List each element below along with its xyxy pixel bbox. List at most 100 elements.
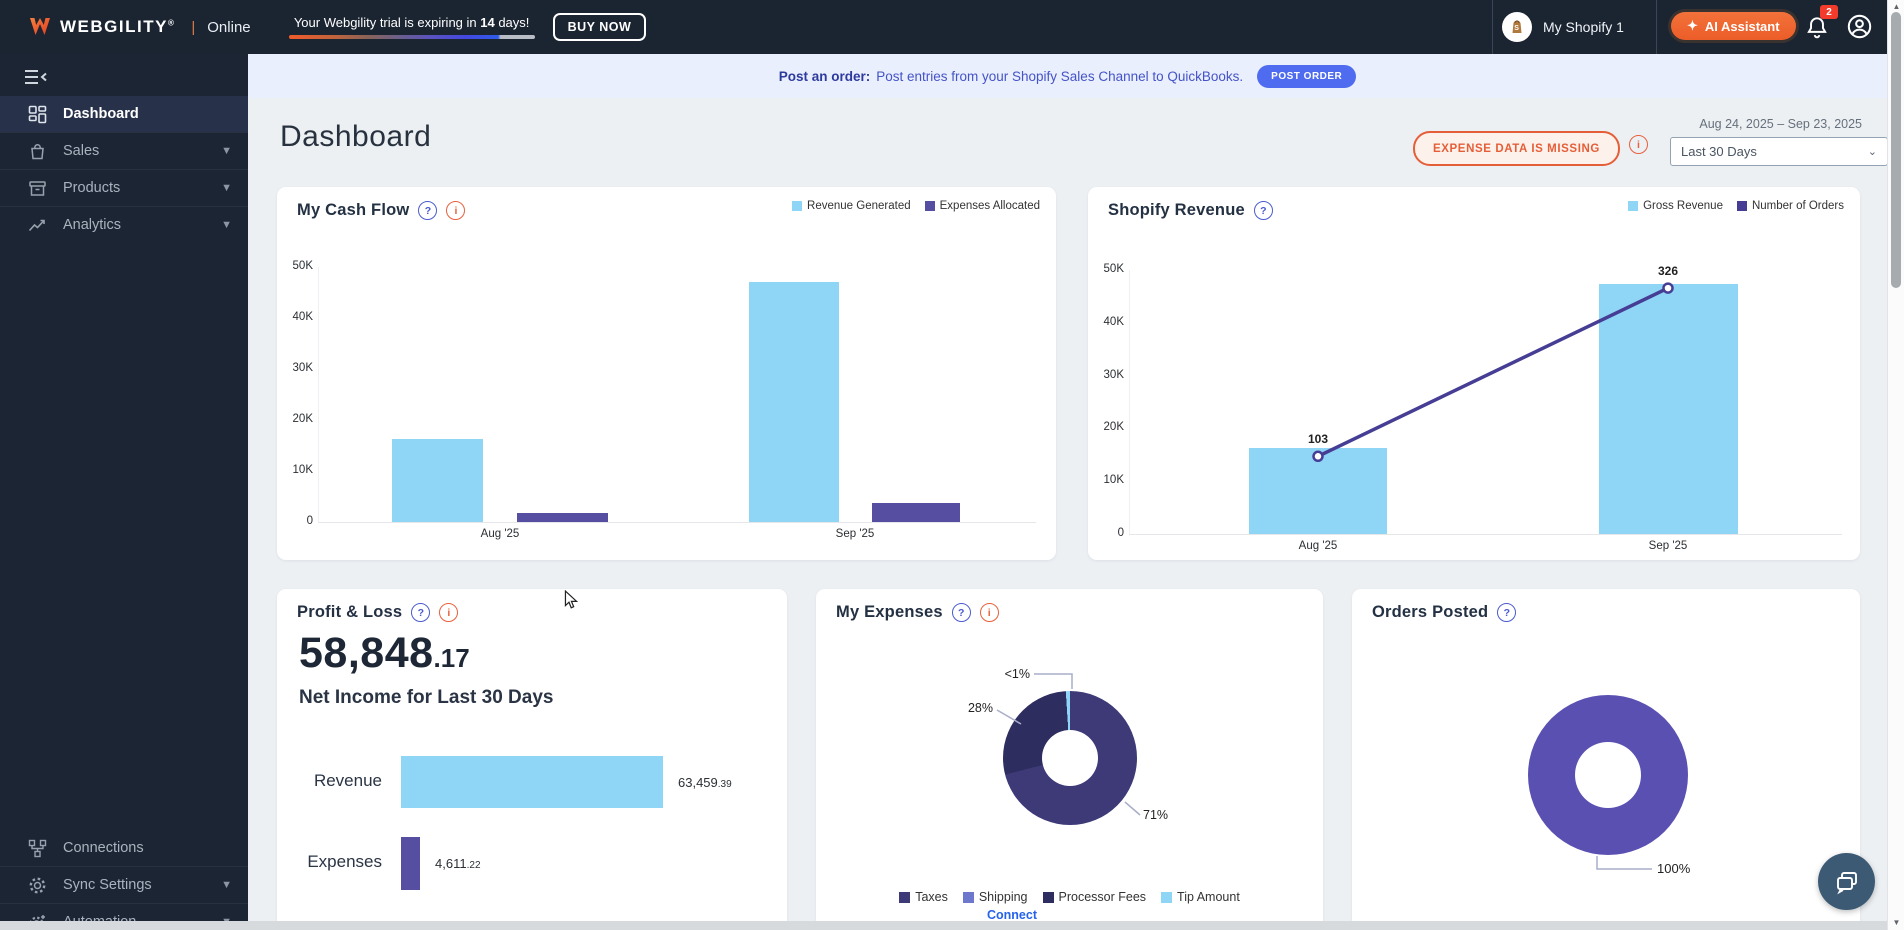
banner-text: Post entries from your Shopify Sales Cha… [876,69,1243,84]
expenses-value: 4,611.22 [435,856,480,871]
sidebar-item-sync-settings[interactable]: Sync Settings ▼ [0,866,248,903]
x-category-label: Aug '25 [1273,540,1363,552]
store-name-label: My Shopify 1 [1543,19,1624,35]
expenses-bar [401,837,420,890]
sidebar-nav-top: Dashboard Sales ▼ Products ▼ Analytics ▼ [0,96,248,243]
products-box-icon [28,179,47,198]
sidebar-item-analytics[interactable]: Analytics ▼ [0,206,248,243]
legend-swatch [963,892,974,903]
sidebar-item-connections[interactable]: Connections [0,830,248,866]
sidebar-item-dashboard[interactable]: Dashboard [0,96,248,132]
horizontal-scrollbar[interactable] [0,921,1887,930]
ai-assistant-button-ring: ✦ AI Assistant [1668,9,1799,43]
revenue-bar [401,756,663,808]
sales-bag-icon [28,142,47,161]
y-tick-label: 0 [279,515,313,527]
vertical-scrollbar[interactable]: ▲ ▼ [1887,0,1904,930]
sidebar-item-label: Analytics [63,217,205,233]
info-icon[interactable]: i [439,603,458,622]
sidebar-item-label: Sales [63,143,205,159]
revenue-value: 63,459.39 [678,775,732,790]
date-range-label: Aug 24, 2025 – Sep 23, 2025 [1560,117,1862,131]
card-my-cash-flow: My Cash Flow ? i Revenue GeneratedExpens… [277,187,1056,560]
brand-mode-label: Online [207,19,250,36]
dashboard-grid-icon [28,105,47,124]
legend-item: Shipping [963,890,1028,904]
chat-icon [1833,868,1861,896]
sidebar-item-label: Products [63,180,205,196]
chevron-down-icon: ▼ [221,182,232,194]
ai-assistant-label: AI Assistant [1705,19,1780,34]
line-point-label: 103 [1288,432,1348,446]
x-category-label: Sep '25 [1623,540,1713,552]
legend-item: Tip Amount [1161,890,1240,904]
connections-icon [28,839,47,858]
sync-settings-gear-icon [28,876,47,895]
svg-text:S: S [1514,25,1519,32]
topbar-separator [1492,0,1493,54]
connect-link[interactable]: Connect [987,908,1037,922]
sidebar-item-products[interactable]: Products ▼ [0,169,248,206]
help-icon[interactable]: ? [411,603,430,622]
y-tick-label: 30K [279,362,313,374]
card-shopify-revenue: Shopify Revenue ? Gross RevenueNumber of… [1088,187,1860,560]
bar-revenue-generated [749,282,839,522]
banner-bold-text: Post an order: [779,69,871,84]
collapse-sidebar-icon[interactable] [24,68,48,86]
chevron-down-icon: ⌄ [1868,145,1877,158]
orders-callout-line [1352,589,1860,930]
page-title: Dashboard [280,120,431,154]
topbar: WEBGILITY® | Online Your Webgility trial… [0,0,1887,54]
net-income-value: 58,848.17 [299,629,470,678]
scrollbar-thumb[interactable] [1891,12,1901,288]
trial-progress-bar [289,35,535,39]
chat-button[interactable] [1818,853,1875,910]
sidebar-nav-bottom: ConnectionsSync Settings▼Automation▼ [0,830,248,930]
chevron-down-icon: ▼ [221,145,232,157]
processor-fees-callout: 28% [946,701,993,715]
info-icon[interactable]: i [446,201,465,220]
topbar-separator [1656,0,1657,54]
brand-divider: | [191,19,195,36]
sidebar: Dashboard Sales ▼ Products ▼ Analytics ▼ Conne… [0,54,248,921]
ai-assistant-button[interactable]: ✦ AI Assistant [1671,12,1796,40]
profit-loss-title: Profit & Loss [297,603,402,622]
webgility-logo-icon [28,16,52,38]
scroll-up-arrow[interactable]: ▲ [1888,2,1904,11]
store-selector[interactable]: S My Shopify 1 [1502,0,1624,54]
tip-amount-callout: <1% [966,667,1030,681]
chevron-down-icon: ▼ [221,879,232,891]
date-range-select[interactable]: Last 30 Days ⌄ [1670,137,1888,166]
post-order-button[interactable]: POST ORDER [1257,65,1356,88]
orders-posted-callout: 100% [1657,861,1690,876]
x-category-label: Aug '25 [455,528,545,540]
sidebar-item-label: Sync Settings [63,877,205,893]
notification-count-badge: 2 [1820,5,1838,19]
revenue-row-label: Revenue [277,771,382,791]
taxes-callout: 71% [1143,808,1168,822]
sidebar-item-sales[interactable]: Sales ▼ [0,132,248,169]
legend-swatch [1161,892,1172,903]
legend-label: Processor Fees [1059,890,1147,904]
legend-item: Expenses Allocated [925,200,1040,212]
card-profit-loss: Profit & Loss ? i 58,848.17 Net Income f… [277,589,787,930]
brand-name: WEBGILITY® [60,17,175,37]
chevron-down-icon: ▼ [221,219,232,231]
card-orders-posted: Orders Posted ? 100% [1352,589,1860,930]
webgility-logo[interactable]: WEBGILITY® | Online [28,16,251,38]
shopify-bag-icon: S [1502,12,1532,42]
card-my-expenses: My Expenses ? i <1% 28% 71% TaxesShippin… [816,589,1323,930]
bar-expenses-allocated [872,503,960,522]
legend-swatch [899,892,910,903]
sidebar-item-label: Dashboard [63,106,232,122]
help-icon[interactable]: ? [418,201,437,220]
account-user-icon[interactable] [1846,13,1874,41]
legend-label: Tip Amount [1177,890,1240,904]
expenses-row-label: Expenses [277,852,382,872]
expense-warning-info-icon[interactable]: i [1629,135,1648,154]
date-range-selected: Last 30 Days [1681,144,1757,159]
scroll-down-arrow[interactable]: ▼ [1888,918,1904,927]
webgility-dashboard-app: WEBGILITY® | Online Your Webgility trial… [0,0,1904,930]
buy-now-button[interactable]: BUY NOW [553,13,647,41]
legend-swatch [925,201,935,211]
